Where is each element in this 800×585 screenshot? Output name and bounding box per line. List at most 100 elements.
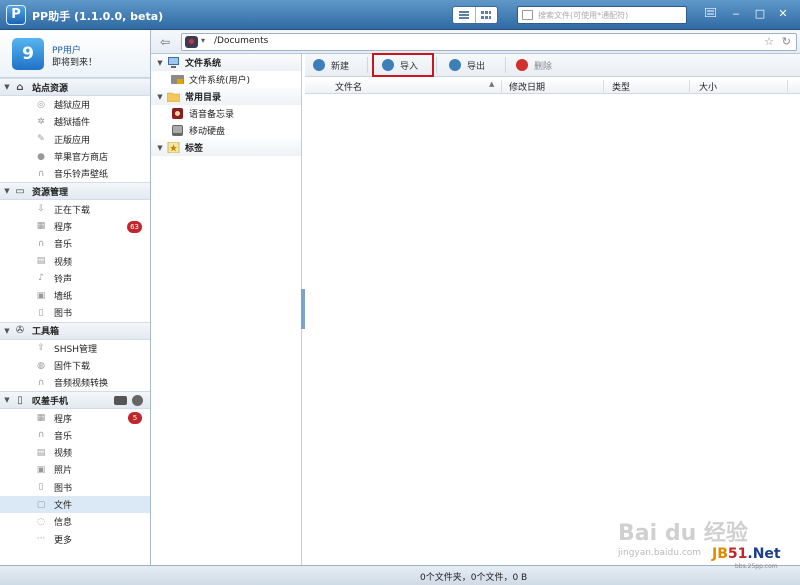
welcome-text: 即将到来！ <box>52 58 98 68</box>
sidebar-item-label: 更多 <box>54 535 73 546</box>
sidebar-item-jailbreak-plugins[interactable]: ✲ 越狱插件 <box>0 113 150 130</box>
column-divider[interactable] <box>603 80 604 92</box>
minimize-icon: ‒ <box>732 7 740 20</box>
tree-label: 移动硬盘 <box>189 127 226 137</box>
import-button[interactable]: 导入 <box>372 53 435 77</box>
tree-common-dirs[interactable]: ▼ 常用目录 <box>151 88 301 105</box>
column-modified[interactable]: 修改日期 <box>509 80 545 93</box>
folder-tree: ▼ 文件系统 文件系统(用户) ▼ 常用目录 语音备忘录 移动硬盘 ▼ 标签 <box>151 54 302 565</box>
collapse-icon: ▼ <box>4 83 10 91</box>
headphones-icon: ∩ <box>37 377 45 388</box>
section-device[interactable]: ▼ ▯ 叹羞手机 <box>0 391 150 410</box>
eject-icon[interactable] <box>132 395 143 407</box>
official-app-icon: ✎ <box>37 134 45 145</box>
jb51-part: 51 <box>727 546 748 562</box>
column-divider[interactable] <box>501 80 502 92</box>
sidebar-item-shsh[interactable]: ⇧ SHSH管理 <box>0 340 150 357</box>
sidebar-item-music[interactable]: ∩ 音乐 <box>0 235 150 252</box>
star-icon[interactable]: ☆ <box>764 35 774 48</box>
sidebar-item-device-books[interactable]: ▯ 图书 <box>0 479 150 496</box>
section-toolbox[interactable]: ▼ ✇ 工具箱 <box>0 321 150 340</box>
sidebar-item-wallpaper[interactable]: ▣ 墙纸 <box>0 287 150 304</box>
sidebar-item-video[interactable]: ▤ 视频 <box>0 252 150 269</box>
sidebar-item-programs[interactable]: ▦ 程序 63 <box>0 218 150 235</box>
sidebar-item-jailbreak-apps[interactable]: ◎ 越狱应用 <box>0 96 150 113</box>
sidebar-item-firmware[interactable]: ◍ 固件下载 <box>0 357 150 374</box>
tree-filesystem[interactable]: ▼ 文件系统 <box>151 54 301 71</box>
column-divider[interactable] <box>787 80 788 92</box>
film-icon: ▤ <box>36 256 46 267</box>
sidebar-item-label: 越狱应用 <box>54 101 91 112</box>
avatar[interactable]: 9 <box>12 38 44 70</box>
programs-icon: ▦ <box>36 221 46 232</box>
file-list[interactable] <box>305 95 800 565</box>
film-icon: ▤ <box>36 447 46 458</box>
export-button[interactable]: 导出 <box>441 56 493 75</box>
close-button[interactable]: ✕ <box>775 6 791 22</box>
list-view-button[interactable] <box>453 7 475 23</box>
menu-icon <box>703 7 717 18</box>
section-title: 叹羞手机 <box>32 396 69 407</box>
tree-bookmarks[interactable]: ▼ 标签 <box>151 139 301 156</box>
sidebar-item-device-more[interactable]: ··· 更多 <box>0 531 150 548</box>
sidebar-item-books[interactable]: ▯ 图书 <box>0 304 150 321</box>
device-icon[interactable] <box>185 36 198 48</box>
shsh-icon: ⇧ <box>37 343 45 354</box>
phone-icon: ▯ <box>17 394 23 406</box>
sidebar-item-device-video[interactable]: ▤ 视频 <box>0 444 150 461</box>
tree-voice-memo[interactable]: 语音备忘录 <box>151 105 301 122</box>
new-button[interactable]: 新建 <box>305 56 357 75</box>
tree-mobile-disk[interactable]: 移动硬盘 <box>151 122 301 139</box>
sidebar-item-official-apps[interactable]: ✎ 正版应用 <box>0 131 150 148</box>
toolbar-divider <box>367 57 369 73</box>
delete-icon <box>516 59 529 71</box>
sidebar-item-device-messages[interactable]: ◌ 信息 <box>0 513 150 530</box>
section-resource-management[interactable]: ▼ ▭ 资源管理 <box>0 182 150 201</box>
back-arrow-icon[interactable]: ⇦ <box>160 35 170 49</box>
search-input[interactable]: 搜索文件(可使用*通配符) <box>517 6 687 24</box>
import-label: 导入 <box>400 61 419 72</box>
sidebar-item-music-ringtones[interactable]: ∩ 音乐铃声壁纸 <box>0 165 150 182</box>
app-icon: ◎ <box>37 99 45 110</box>
path-field[interactable]: ▾ /Documents ☆ ↻ <box>181 33 797 51</box>
jb51-sub-watermark: bbs.25pp.com <box>735 563 778 570</box>
delete-button[interactable]: 删除 <box>508 56 560 75</box>
section-site-resources[interactable]: ▼ ⌂ 站点资源 <box>0 78 150 96</box>
photo-icon: ▣ <box>36 464 46 475</box>
sidebar-item-av-convert[interactable]: ∩ 音频视频转换 <box>0 374 150 391</box>
picture-icon: ▣ <box>36 290 46 301</box>
sidebar-item-label: SHSH管理 <box>54 344 97 355</box>
collapse-icon: ▼ <box>4 326 10 335</box>
baidu-url-watermark: jingyan.baidu.com <box>618 548 702 558</box>
grid-view-button[interactable] <box>474 7 498 23</box>
section-title: 工具箱 <box>32 327 60 338</box>
pp-logo-icon: P <box>6 5 26 25</box>
close-icon: ✕ <box>778 7 788 20</box>
tree-label: 文件系统 <box>185 59 222 69</box>
refresh-icon[interactable]: ↻ <box>782 35 791 48</box>
sidebar-item-label: 文件 <box>54 501 73 512</box>
tree-filesystem-user[interactable]: 文件系统(用户) <box>151 71 301 88</box>
sidebar-item-downloading[interactable]: ⇩ 正在下载 <box>0 200 150 217</box>
collapse-icon: ▼ <box>157 58 163 67</box>
sidebar-item-label: 苹果官方商店 <box>54 153 109 164</box>
column-type[interactable]: 类型 <box>612 80 630 93</box>
maximize-button[interactable]: □ <box>752 6 768 22</box>
column-size[interactable]: 大小 <box>699 80 717 93</box>
sidebar-item-label: 铃声 <box>54 274 73 285</box>
sidebar-item-ringtones[interactable]: ♪ 铃声 <box>0 270 150 287</box>
sidebar-item-label: 信息 <box>54 518 73 529</box>
chevron-down-icon[interactable]: ▾ <box>201 36 205 45</box>
minimize-button[interactable]: ‒ <box>728 6 744 22</box>
menu-button[interactable] <box>702 6 718 22</box>
sidebar-item-device-files[interactable]: ▢ 文件 <box>0 495 150 514</box>
sidebar-item-device-music[interactable]: ∩ 音乐 <box>0 427 150 444</box>
sidebar-item-device-photos[interactable]: ▣ 照片 <box>0 461 150 478</box>
collapse-icon: ▼ <box>4 396 10 405</box>
sidebar-item-device-programs[interactable]: ▦ 程序 5 <box>0 409 150 426</box>
sidebar-item-apple-store[interactable]: ● 苹果官方商店 <box>0 148 150 165</box>
headphones-icon: ∩ <box>37 238 45 249</box>
column-divider[interactable] <box>689 80 690 92</box>
path-text: /Documents <box>214 36 269 46</box>
column-name[interactable]: 文件名 <box>335 80 362 93</box>
